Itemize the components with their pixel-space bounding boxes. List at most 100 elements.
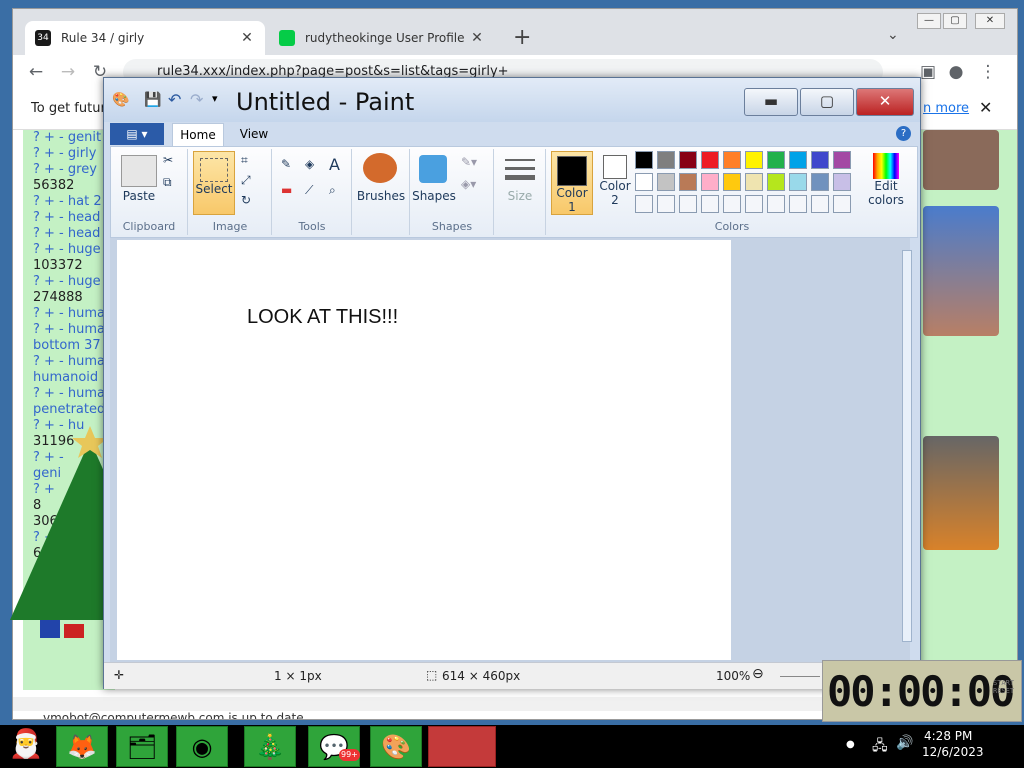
color-swatch[interactable] (657, 151, 675, 169)
messenger-icon[interactable]: 💬 99+ (308, 726, 360, 767)
crop-icon[interactable]: ⌗ (241, 153, 248, 168)
color-swatch[interactable] (833, 173, 851, 191)
color-swatch[interactable] (635, 151, 653, 169)
color-swatch[interactable] (657, 173, 675, 191)
minimize-button[interactable]: — (917, 13, 941, 29)
new-tab-button[interactable]: + (513, 25, 531, 50)
color-swatch[interactable] (767, 151, 785, 169)
show-hidden-icons[interactable]: ● (846, 739, 855, 750)
color-swatch[interactable] (723, 151, 741, 169)
brushes-button[interactable]: Brushes (353, 189, 409, 203)
color-swatch[interactable] (635, 195, 653, 213)
post-thumbnail[interactable] (923, 206, 999, 336)
clock-time[interactable]: 4:28 PM (924, 729, 972, 743)
paste-button[interactable]: Paste (117, 189, 161, 203)
paint-icon[interactable]: 🎨 (370, 726, 422, 767)
close-window-button[interactable]: ✕ (975, 13, 1005, 29)
size-button[interactable]: Size (495, 189, 545, 203)
network-icon[interactable]: 🖧 (872, 735, 888, 759)
color-swatch[interactable] (811, 173, 829, 191)
shapes-button[interactable]: Shapes (411, 189, 457, 203)
firefox-icon[interactable]: 🦊 (56, 726, 108, 767)
color-swatch[interactable] (701, 173, 719, 191)
color-swatch[interactable] (745, 195, 763, 213)
chrome-icon[interactable]: ◉ (176, 726, 228, 767)
fill-icon[interactable]: ◈ (305, 157, 314, 171)
color-swatch[interactable] (789, 151, 807, 169)
maximize-button[interactable]: ▢ (943, 13, 967, 29)
close-icon[interactable]: ✕ (469, 30, 485, 46)
cut-icon[interactable]: ✂ (163, 153, 173, 167)
color-swatch[interactable] (789, 195, 807, 213)
color-swatch[interactable] (679, 151, 697, 169)
taskbar-app-button[interactable] (428, 726, 496, 767)
close-icon[interactable]: ✕ (979, 98, 992, 117)
color-swatch[interactable] (833, 151, 851, 169)
color-swatch[interactable] (723, 195, 741, 213)
clock-date[interactable]: 12/6/2023 (922, 745, 984, 759)
eraser-icon[interactable]: ▬ (281, 183, 292, 197)
color-picker-icon[interactable]: ⟋ (305, 183, 313, 198)
color2-button[interactable]: Color 2 (595, 151, 635, 213)
copy-icon[interactable]: ⧉ (163, 175, 172, 190)
paint-menu-button[interactable]: ▤ ▾ (110, 123, 164, 145)
minimize-button[interactable]: ▬ (744, 88, 798, 116)
resize-icon[interactable]: ⤢ (241, 173, 251, 188)
pencil-icon[interactable]: ✎ (281, 157, 291, 171)
tab-home[interactable]: Home (172, 123, 224, 146)
post-thumbnail[interactable] (923, 436, 999, 550)
color-swatch[interactable] (811, 151, 829, 169)
color-swatch[interactable] (679, 195, 697, 213)
explorer-icon[interactable]: 🗂 (116, 726, 168, 767)
redo-icon[interactable]: ↷ (190, 90, 203, 109)
close-icon[interactable]: ✕ (239, 30, 255, 46)
quick-access-dropdown-icon[interactable]: ▾ (212, 92, 218, 105)
vertical-scrollbar[interactable] (902, 250, 912, 642)
magnifier-icon[interactable]: ⌕ (329, 183, 336, 198)
tab-view[interactable]: View (234, 123, 274, 145)
text-icon[interactable]: A (329, 155, 340, 174)
color-swatch[interactable] (701, 195, 719, 213)
group-label: Tools (298, 220, 326, 233)
color-swatch[interactable] (723, 173, 741, 191)
santa-start-icon[interactable]: 🎅 (4, 727, 48, 765)
rotate-icon[interactable]: ↻ (241, 193, 251, 207)
color-swatch[interactable] (789, 173, 807, 191)
color-swatch[interactable] (767, 173, 785, 191)
color-swatch[interactable] (679, 173, 697, 191)
learn-more-link[interactable]: n more (923, 101, 969, 116)
color-swatch[interactable] (745, 173, 763, 191)
size-line (505, 175, 535, 180)
christmas-tree-app-icon[interactable]: 🎄 (244, 726, 296, 767)
zoom-out-icon[interactable]: ⊖ (752, 666, 764, 682)
color-swatch[interactable] (745, 151, 763, 169)
paint-app-icon: 🎨 (112, 92, 130, 108)
volume-icon[interactable]: 🔊 (896, 735, 913, 751)
save-icon[interactable]: 💾 (144, 92, 161, 108)
color1-button[interactable]: Color 1 (551, 151, 593, 215)
edit-colors-label: Edit colors (868, 179, 904, 207)
select-button[interactable]: Select (193, 151, 235, 215)
maximize-button[interactable]: ▢ (800, 88, 854, 116)
color-swatch[interactable] (833, 195, 851, 213)
color-swatch[interactable] (657, 195, 675, 213)
forward-arrow-icon[interactable]: → (57, 61, 79, 83)
tab-rule34[interactable]: 34 Rule 34 / girly ✕ (25, 21, 265, 55)
tab-search-chevron-icon[interactable]: ⌄ (887, 27, 899, 43)
paint-canvas[interactable]: LOOK AT THIS!!! (117, 240, 731, 660)
color-swatch[interactable] (767, 195, 785, 213)
close-button[interactable]: ✕ (856, 88, 914, 116)
color-swatch[interactable] (811, 195, 829, 213)
color-swatch[interactable] (635, 173, 653, 191)
edit-colors-button[interactable]: Edit colors (861, 153, 911, 207)
help-icon[interactable]: ? (896, 126, 911, 141)
tab-deviantart[interactable]: rudytheokinge User Profile | Dev ✕ (269, 21, 495, 55)
profile-avatar-icon[interactable]: ● (945, 61, 967, 83)
zoom-slider[interactable] (780, 676, 820, 677)
back-arrow-icon[interactable]: ← (25, 61, 47, 83)
timer-controls[interactable]: START RESET (993, 679, 1017, 695)
menu-kebab-icon[interactable]: ⋮ (977, 61, 999, 83)
undo-icon[interactable]: ↶ (168, 90, 181, 109)
color-swatch[interactable] (701, 151, 719, 169)
post-thumbnail[interactable] (923, 130, 999, 190)
